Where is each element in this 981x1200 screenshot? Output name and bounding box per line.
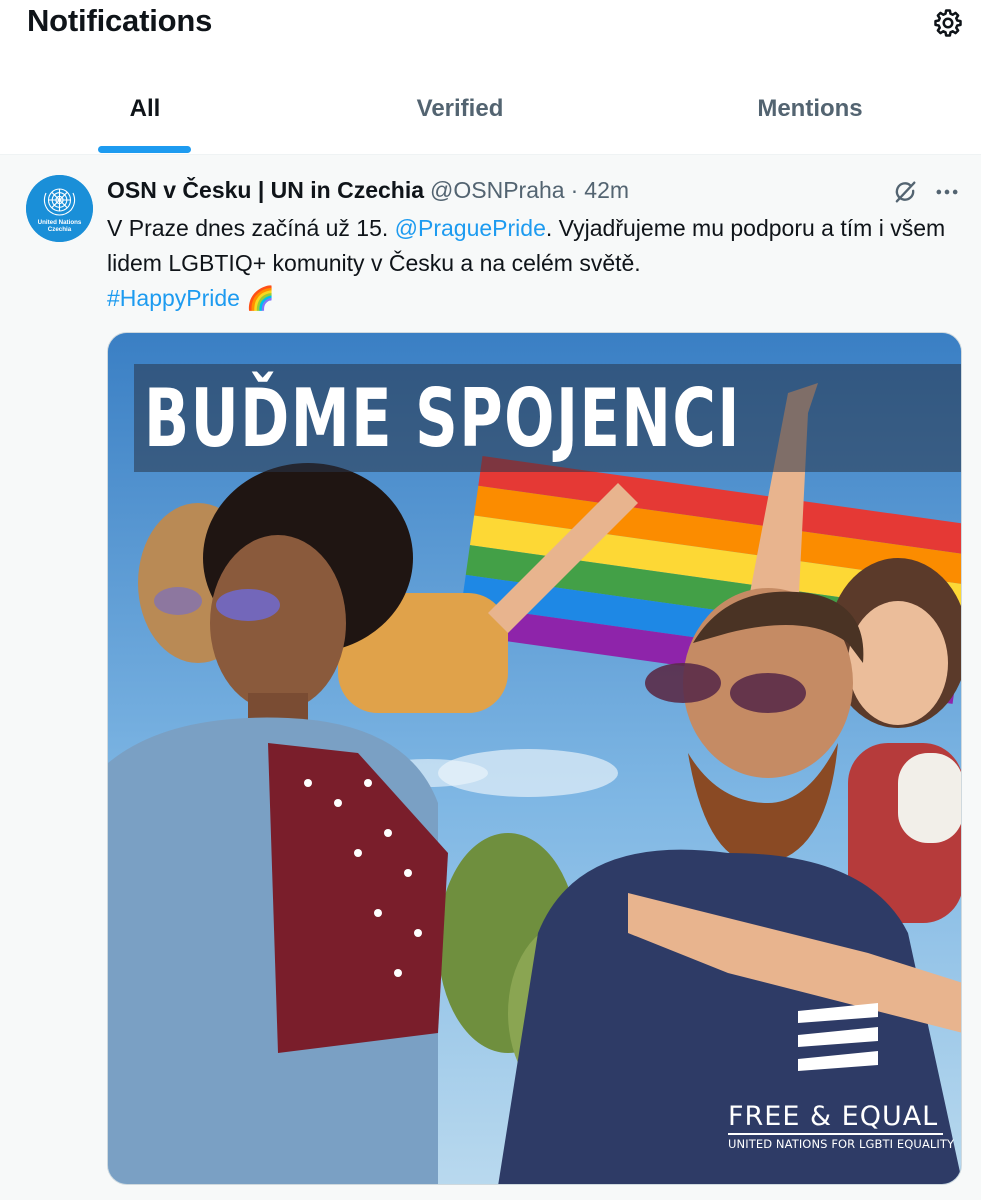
tab-label: Verified (416, 95, 504, 122)
page-title: Notifications (27, 3, 213, 38)
tab-label: All (129, 95, 161, 122)
un-emblem-icon: United Nations Czechia (26, 175, 93, 242)
mention-link[interactable]: @PraguePride (395, 215, 546, 241)
author-name[interactable]: OSN v Česku | UN in Czechia (107, 177, 424, 204)
tweet-meta: OSN v Česku | UN in Czechia @OSNPraha · … (107, 177, 629, 207)
more-horizontal-icon (936, 189, 958, 195)
notification-item[interactable]: United Nations Czechia OSN v Česku | UN … (0, 154, 981, 1200)
brand-name: FREE & EQUAL (728, 1101, 939, 1132)
avatar-text-line2: Czechia (48, 226, 72, 233)
grok-icon (895, 181, 916, 203)
avatar[interactable]: United Nations Czechia (26, 175, 93, 242)
author-handle[interactable]: @OSNPraha (430, 177, 565, 204)
tab-mentions[interactable]: Mentions (665, 70, 955, 154)
hashtag-link[interactable]: #HappyPride (107, 285, 240, 311)
tweet-text-part: V Praze dnes začíná už 15. (107, 215, 395, 241)
timestamp[interactable]: 42m (584, 177, 629, 204)
active-tab-indicator (98, 146, 191, 153)
tweet-text: V Praze dnes začíná už 15. @PraguePride.… (107, 211, 957, 316)
free-equal-logo-icon (798, 1003, 878, 1071)
avatar-text-line1: United Nations (38, 219, 82, 226)
brand-subtitle: UNITED NATIONS FOR LGBTI EQUALITY (728, 1137, 955, 1151)
media-headline: BUĎME SPOJENCI (134, 364, 961, 472)
header: Notifications (0, 0, 981, 50)
brand-divider (728, 1133, 943, 1135)
notification-tabs: All Verified Mentions (0, 70, 981, 154)
tab-all[interactable]: All (0, 70, 290, 154)
tweet-media-image[interactable]: BUĎME SPOJENCI FREE & EQUAL UNITED NATIO… (107, 332, 962, 1185)
separator-dot: · (570, 177, 579, 203)
settings-button[interactable] (929, 4, 967, 42)
media-headline-text: BUĎME SPOJENCI (144, 371, 741, 465)
tab-label: Mentions (757, 95, 863, 122)
rainbow-emoji: 🌈 (246, 285, 275, 311)
tab-verified[interactable]: Verified (315, 70, 605, 154)
gear-icon (934, 9, 962, 37)
more-options-button[interactable] (930, 175, 964, 209)
grok-button[interactable] (888, 175, 922, 209)
